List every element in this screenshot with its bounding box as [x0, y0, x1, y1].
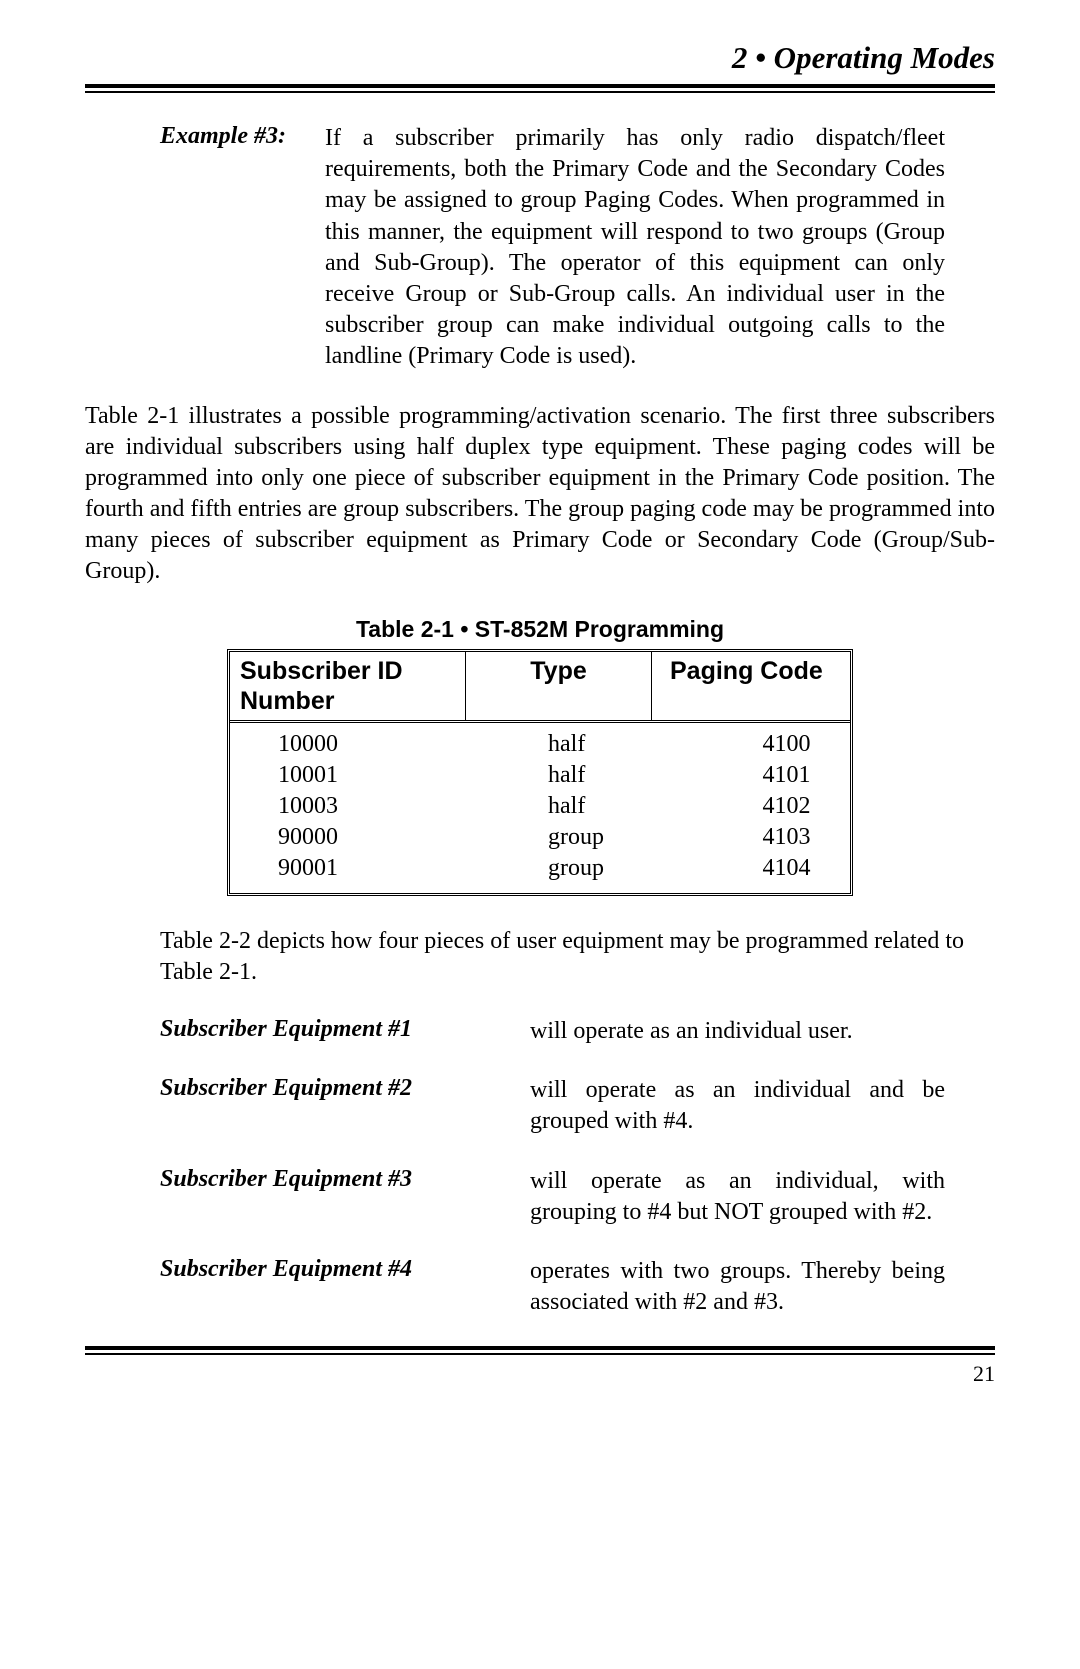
table-row: 90000 group 4103 [230, 822, 850, 853]
equipment-label: Subscriber Equipment #4 [160, 1256, 530, 1318]
cell-type: half [503, 791, 723, 822]
cell-id: 10003 [230, 791, 503, 822]
table-row: 10003 half 4102 [230, 791, 850, 822]
table-caption: Table 2-1 • ST-852M Programming [85, 616, 995, 643]
page-number: 21 [85, 1361, 995, 1387]
table-row: 90001 group 4104 [230, 853, 850, 884]
cell-id: 10000 [230, 729, 503, 760]
equipment-text: will operate as an individual user. [530, 1016, 945, 1047]
table-row: 10001 half 4101 [230, 760, 850, 791]
example-block: Example #3: If a subscriber primarily ha… [85, 123, 995, 373]
table2-intro-paragraph: Table 2-2 depicts how four pieces of use… [85, 926, 995, 988]
cell-id: 90001 [230, 853, 503, 884]
example-text: If a subscriber primarily has only radio… [325, 123, 945, 373]
table-header-type: Type [466, 652, 652, 720]
cell-id: 10001 [230, 760, 503, 791]
footer-rule [85, 1346, 995, 1355]
table-header-subscriber: Subscriber ID Number [230, 652, 466, 720]
equipment-label: Subscriber Equipment #3 [160, 1166, 530, 1228]
table-body: 10000 half 4100 10001 half 4101 10003 ha… [230, 723, 850, 893]
table-header-code: Paging Code [652, 652, 850, 720]
cell-type: half [503, 760, 723, 791]
header-rule [85, 84, 995, 93]
example-label: Example #3: [160, 123, 325, 373]
chapter-header: 2 • Operating Modes [85, 40, 995, 76]
table-row: 10000 half 4100 [230, 729, 850, 760]
cell-code: 4103 [723, 822, 850, 853]
equipment-text: operates with two groups. Thereby being … [530, 1256, 945, 1318]
equipment-row: Subscriber Equipment #1 will operate as … [85, 1016, 995, 1047]
equipment-label: Subscriber Equipment #1 [160, 1016, 530, 1047]
cell-code: 4102 [723, 791, 850, 822]
equipment-text: will operate as an individual, with grou… [530, 1166, 945, 1228]
equipment-text: will operate as an individual and be gro… [530, 1075, 945, 1137]
table-header-row: Subscriber ID Number Type Paging Code [230, 652, 850, 723]
equipment-row: Subscriber Equipment #4 operates with tw… [85, 1256, 995, 1318]
programming-table: Subscriber ID Number Type Paging Code 10… [227, 649, 853, 896]
cell-id: 90000 [230, 822, 503, 853]
cell-type: group [503, 853, 723, 884]
equipment-row: Subscriber Equipment #2 will operate as … [85, 1075, 995, 1137]
cell-code: 4100 [723, 729, 850, 760]
cell-type: half [503, 729, 723, 760]
cell-code: 4101 [723, 760, 850, 791]
equipment-row: Subscriber Equipment #3 will operate as … [85, 1166, 995, 1228]
intro-paragraph: Table 2-1 illustrates a possible program… [85, 401, 995, 588]
equipment-label: Subscriber Equipment #2 [160, 1075, 530, 1137]
cell-type: group [503, 822, 723, 853]
cell-code: 4104 [723, 853, 850, 884]
